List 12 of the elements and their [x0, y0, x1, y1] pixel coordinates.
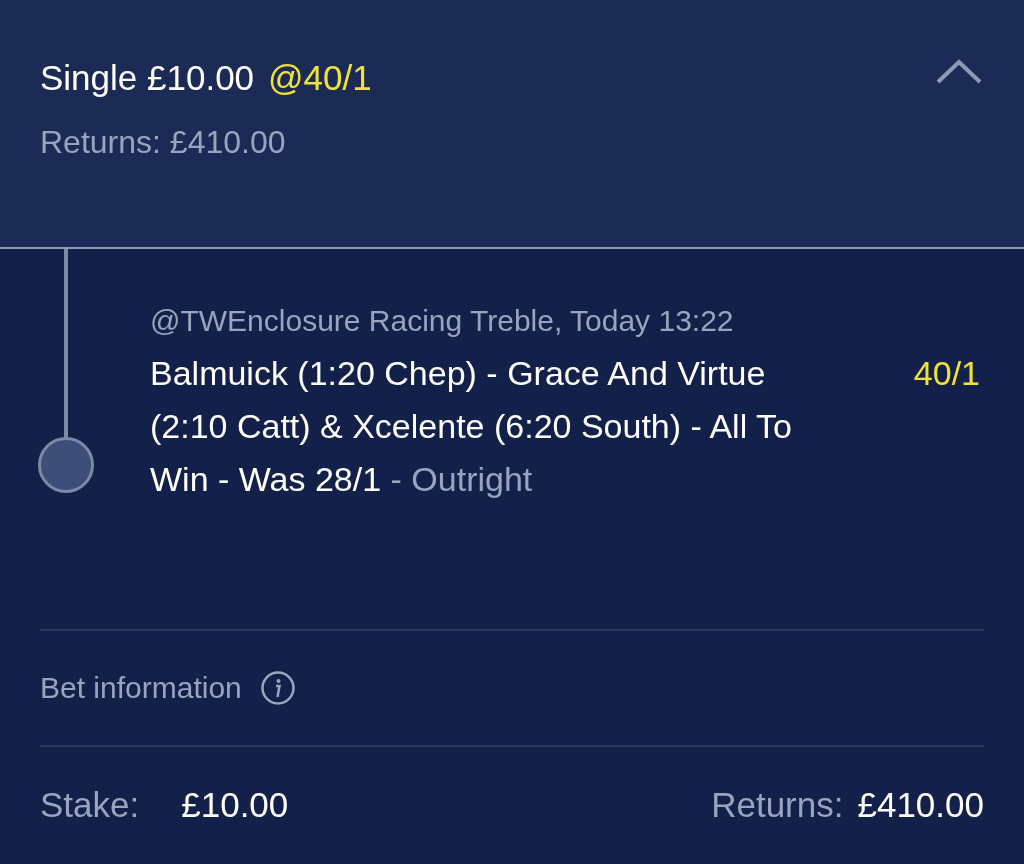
- stake-label: Stake:: [40, 784, 140, 827]
- info-icon[interactable]: [259, 669, 296, 706]
- returns-text: Returns: £410.00: [40, 123, 287, 162]
- stake-amount: £10.00: [181, 784, 289, 827]
- returns-label: Returns:: [711, 784, 844, 827]
- bet-information-label: Bet information: [40, 670, 242, 707]
- selection-meta: @TWEnclosure Racing Treble, Today 13:22: [150, 303, 735, 340]
- returns-amount: £410.00: [857, 784, 984, 827]
- selection-description: Balmuick (1:20 Chep) - Grace And Virtue (2:10 Catt) & Xcelente (6:20 South) - All To Win - Was 28/1 - Outright: [150, 353, 793, 501]
- bet-odds: @40/1: [268, 57, 372, 99]
- bet-title: Single £10.00: [40, 57, 255, 99]
- selection-odds: 40/1: [913, 353, 980, 395]
